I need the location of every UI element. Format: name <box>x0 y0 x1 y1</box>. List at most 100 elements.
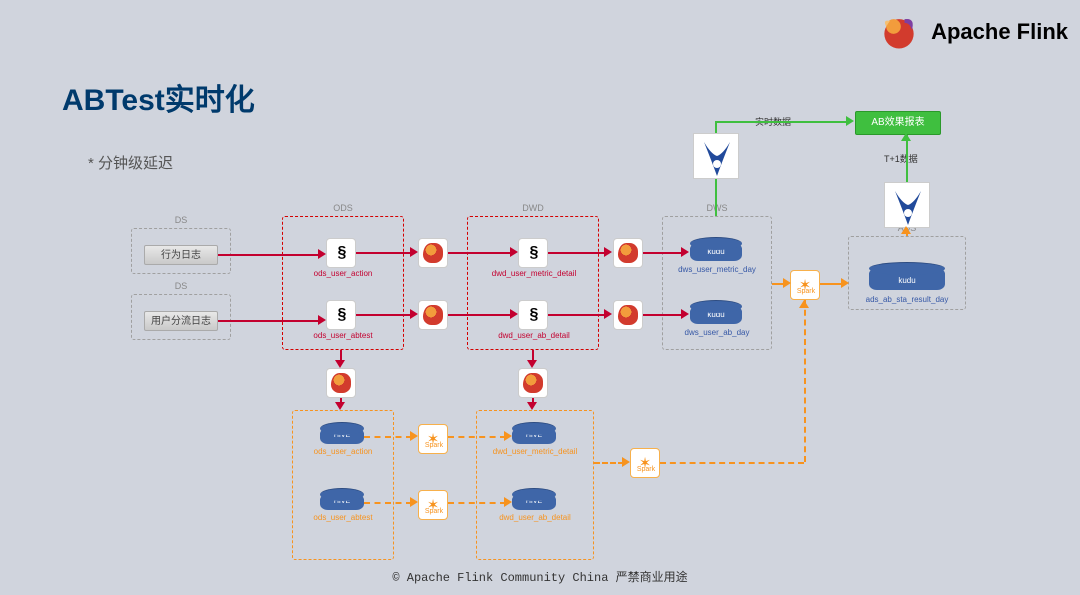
label-dwd-user-ab-detail: dwd_user_ab_detail <box>482 332 586 341</box>
edge <box>356 252 412 254</box>
ods-kafka-1: § <box>326 238 356 268</box>
arrow <box>901 133 911 141</box>
flink-mini-icon <box>423 305 443 325</box>
arrow <box>527 402 537 410</box>
arrow <box>846 116 854 126</box>
flink-sink-dwd <box>518 368 548 398</box>
arrow <box>799 300 809 308</box>
arrow <box>841 278 849 288</box>
arrow <box>510 247 518 257</box>
label-hive-ods-abtest: ods_user_abtest <box>296 514 390 523</box>
brand-header: Apache Flink <box>877 10 1068 54</box>
cyl-ads-kudu: kudu <box>869 268 945 290</box>
arrow <box>681 309 689 319</box>
label-hive-dwd-ab: dwd_user_ab_detail <box>482 514 588 523</box>
arrow <box>504 497 512 507</box>
flink-op-3 <box>613 238 643 268</box>
arrow <box>410 431 418 441</box>
arrow <box>335 360 345 368</box>
kafka-icon: § <box>338 306 345 324</box>
edge <box>804 300 806 462</box>
node-behavior-log: 行为日志 <box>144 245 218 265</box>
impala-dws <box>693 133 739 179</box>
flink-mini-icon <box>423 243 443 263</box>
edge <box>643 314 683 316</box>
arrow <box>318 249 326 259</box>
arrow <box>901 226 911 234</box>
ods-kafka-2: § <box>326 300 356 330</box>
arrow <box>410 309 418 319</box>
edge <box>448 314 512 316</box>
label-ads-result: ads_ab_sta_result_day <box>848 296 966 305</box>
flink-op-2 <box>418 300 448 330</box>
label-dwd-user-metric-detail: dwd_user_metric_detail <box>476 270 592 279</box>
flink-mini-icon <box>331 373 351 393</box>
page-title: ABTest实时化 <box>62 75 255 119</box>
edge <box>906 135 908 182</box>
edge <box>715 121 847 123</box>
flink-logo-icon <box>877 10 921 54</box>
group-ds-label-2: DS <box>132 281 230 291</box>
edge <box>643 252 683 254</box>
label-t1-data: T+1数据 <box>884 152 918 165</box>
arrow <box>504 431 512 441</box>
label-spark-main: Spark <box>788 288 824 296</box>
arrow <box>527 360 537 368</box>
edge <box>218 320 318 322</box>
flink-mini-icon <box>618 243 638 263</box>
arrow <box>604 247 612 257</box>
flink-op-4 <box>613 300 643 330</box>
node-ab-report: AB效果报表 <box>855 111 941 135</box>
cyl-hive-dwd-2: HIVE <box>512 494 556 510</box>
edge <box>548 252 606 254</box>
edge <box>448 436 506 438</box>
edge <box>356 314 412 316</box>
arrow <box>335 402 345 410</box>
brand-name: Apache Flink <box>931 19 1068 45</box>
dwd-kafka-1: § <box>518 238 548 268</box>
arrow <box>681 247 689 257</box>
label-dws-user-metric-day: dws_user_metric_day <box>666 266 768 275</box>
kafka-icon: § <box>338 244 345 262</box>
group-ods-label: ODS <box>283 203 403 213</box>
label-ods-user-abtest: ods_user_abtest <box>298 332 388 341</box>
label-spark-2: Spark <box>416 508 452 516</box>
dwd-kafka-2: § <box>518 300 548 330</box>
edge <box>594 462 624 464</box>
arrow <box>410 497 418 507</box>
arrow <box>510 309 518 319</box>
flink-mini-icon <box>618 305 638 325</box>
cyl-hive-ods-2: HIVE <box>320 494 364 510</box>
edge <box>218 254 318 256</box>
node-user-split-log: 用户分流日志 <box>144 311 218 331</box>
cyl-kudu-1: kudu <box>690 243 742 261</box>
kafka-icon: § <box>530 306 537 324</box>
flink-op-1 <box>418 238 448 268</box>
label-spark-1: Spark <box>416 442 452 450</box>
flink-sink-ods <box>326 368 356 398</box>
arrow <box>604 309 612 319</box>
edge <box>660 462 804 464</box>
label-hive-dwd-metric: dwd_user_metric_detail <box>478 448 592 457</box>
edge <box>448 502 506 504</box>
edge <box>715 179 717 216</box>
group-ds-label-1: DS <box>132 215 230 225</box>
flink-mini-icon <box>523 373 543 393</box>
label-dws-user-ab-day: dws_user_ab_day <box>670 329 764 338</box>
edge <box>364 436 412 438</box>
group-dwd-label: DWD <box>468 203 598 213</box>
edge <box>364 502 412 504</box>
arrow <box>318 315 326 325</box>
label-spark-3: Spark <box>628 466 664 474</box>
arrow <box>783 278 791 288</box>
impala-icon <box>885 183 931 229</box>
edge <box>448 252 512 254</box>
cyl-kudu-2: kudu <box>690 306 742 324</box>
group-dws-label: DWS <box>663 203 771 213</box>
kafka-icon: § <box>530 244 537 262</box>
footer-text: © Apache Flink Community China 严禁商业用途 <box>0 568 1080 585</box>
label-ods-user-action: ods_user_action <box>298 270 388 279</box>
label-hive-ods-action: ods_user_action <box>296 448 390 457</box>
arrow <box>410 247 418 257</box>
arrow <box>622 457 630 467</box>
